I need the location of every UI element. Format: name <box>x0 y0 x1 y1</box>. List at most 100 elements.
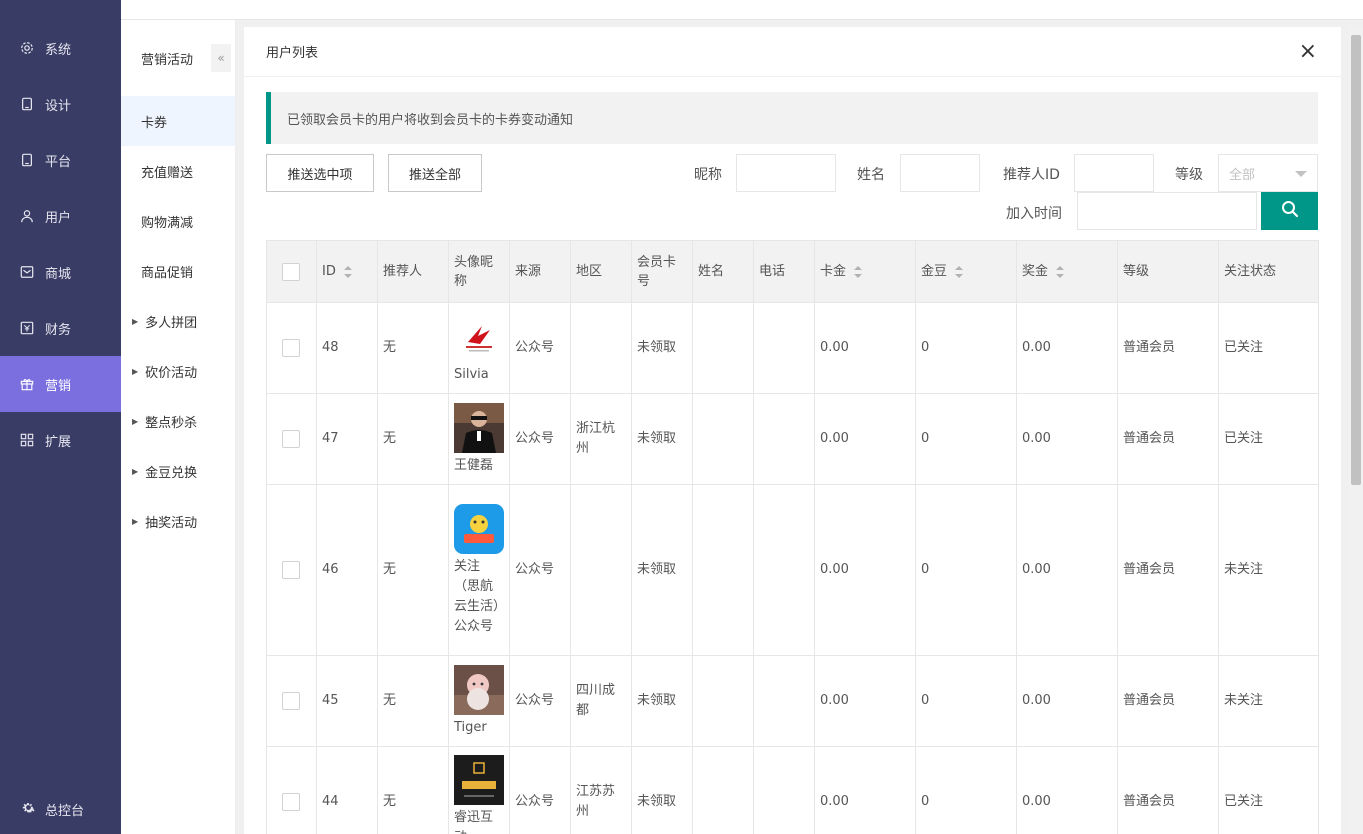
cell-avatar-nickname: Silvia <box>448 302 510 394</box>
table-row[interactable]: 47 无王健磊 公众号 浙江杭州 未领取 0.00 0 0.00 普通会员 已关注 <box>266 393 1319 485</box>
search-button[interactable] <box>1261 192 1318 230</box>
notice-banner: 已领取会员卡的用户将收到会员卡的卡券变动通知 <box>266 92 1318 144</box>
col-follow-status: 关注状态 <box>1218 240 1319 303</box>
close-icon[interactable]: × <box>1299 41 1317 63</box>
col-id[interactable]: ID <box>316 240 378 303</box>
table-row[interactable]: 48 无 Silvia 公众号 未领取 0.00 0 0.00 普通会员 已关注 <box>266 302 1319 394</box>
sidebar-item[interactable]: 系统 <box>0 20 121 76</box>
row-select-cell <box>266 393 317 485</box>
submenu-item-label: 多人拼团 <box>145 315 198 331</box>
sort-icon[interactable] <box>1056 265 1065 278</box>
scrollbar-thumb[interactable] <box>1351 35 1361 485</box>
table-row[interactable]: 45 无 Tiger 公众号 四川成都 未领取 0.00 0 0.00 普通会员 未关注 <box>266 655 1319 747</box>
row-checkbox[interactable] <box>282 561 300 579</box>
submenu-item[interactable]: 购物满减 <box>121 196 235 246</box>
nickname-label: 昵称 <box>694 167 722 183</box>
sidebar-item[interactable]: 商城 <box>0 244 121 300</box>
nickname: 关注（思航云生活）公众号 <box>454 558 500 634</box>
join-time-input[interactable] <box>1077 192 1257 230</box>
sidebar-item[interactable]: 营销 <box>0 356 121 412</box>
referrer-id-input[interactable] <box>1074 154 1154 192</box>
name-input[interactable] <box>900 154 980 192</box>
submenu-item[interactable]: ▶ 金豆兑换 <box>121 446 235 496</box>
col-referrer: 推荐人 <box>377 240 449 303</box>
page-scrollbar[interactable] <box>1349 27 1363 834</box>
search-icon <box>1281 200 1299 222</box>
cell-bonus: 0.00 <box>1016 393 1118 485</box>
nickname-input[interactable] <box>736 154 836 192</box>
table-row[interactable]: 44无睿迅互动公众号江苏苏州未领取0.0000.00普通会员已关注 <box>266 746 1319 834</box>
submenu-item-label: 砍价活动 <box>145 365 198 381</box>
collapse-button[interactable]: « <box>211 44 231 72</box>
submenu-item-label: 金豆兑换 <box>145 465 198 481</box>
row-select-cell <box>266 655 317 747</box>
submenu-item-label: 卡券 <box>141 115 168 131</box>
submenu-item-label: 整点秒杀 <box>145 415 198 431</box>
cell-region: 四川成都 <box>570 655 632 747</box>
row-select-cell <box>266 746 317 834</box>
sort-icon[interactable] <box>343 265 352 278</box>
submenu-item[interactable]: ▶ 砍价活动 <box>121 346 235 396</box>
level-label: 等级 <box>1175 167 1203 183</box>
col-card-number: 会员卡号 <box>631 240 693 303</box>
col-card-money[interactable]: 卡金 <box>814 240 916 303</box>
cell-referrer: 无 <box>377 484 449 656</box>
cell-avatar-nickname: 睿迅互动 <box>448 746 510 834</box>
select-all-cell <box>266 240 317 303</box>
cell-beans: 0 <box>915 655 1017 747</box>
caret-right-icon: ▶ <box>132 366 139 376</box>
submenu-item[interactable]: 充值赠送 <box>121 146 235 196</box>
sidebar-item[interactable]: 平台 <box>0 132 121 188</box>
cell-avatar-nickname: 关注（思航云生活）公众号 <box>448 484 510 656</box>
tablet-icon <box>20 153 34 167</box>
push-all-button[interactable]: 推送全部 <box>388 154 482 192</box>
chevron-down-icon <box>1295 171 1307 177</box>
col-bonus[interactable]: 奖金 <box>1016 240 1118 303</box>
cell-card-money: 0.00 <box>814 393 916 485</box>
push-selected-button[interactable]: 推送选中项 <box>266 154 374 192</box>
console-link[interactable]: 总控台 <box>0 794 121 824</box>
marketing-submenu: 营销活动 « 卡券 充值赠送 购物满减 商品促销 ▶ 多人拼团 ▶ 砍价活动 ▶ 整点秒杀 ▶ 金豆兑… <box>121 20 236 834</box>
cell-level: 普通会员 <box>1117 746 1219 834</box>
gear-icon <box>22 801 35 818</box>
cell-level: 普通会员 <box>1117 393 1219 485</box>
cell-region: 浙江杭州 <box>570 393 632 485</box>
submenu-item[interactable]: 商品促销 <box>121 246 235 296</box>
cell-source: 公众号 <box>509 484 571 656</box>
submenu-item[interactable]: 卡券 <box>121 96 235 146</box>
col-beans[interactable]: 金豆 <box>915 240 1017 303</box>
select-all-checkbox[interactable] <box>282 262 300 281</box>
level-select[interactable]: 全部 <box>1218 154 1318 192</box>
submenu-item-label: 购物满减 <box>141 215 194 231</box>
avatar <box>454 311 504 362</box>
user-list-dialog: 用户列表 × 已领取会员卡的用户将收到会员卡的卡券变动通知 推送选中项 推送全部… <box>244 27 1341 834</box>
row-checkbox[interactable] <box>282 792 300 811</box>
caret-right-icon: ▶ <box>132 516 139 526</box>
col-name: 姓名 <box>692 240 754 303</box>
cell-source: 公众号 <box>509 655 571 747</box>
submenu-item[interactable]: ▶ 多人拼团 <box>121 296 235 346</box>
col-region: 地区 <box>570 240 632 303</box>
sidebar-item[interactable]: 设计 <box>0 76 121 132</box>
table-row[interactable]: 46 无关注（思航云生活）公众号 公众号 未领取 0.00 0 0.00 普通会员 未关注 <box>266 484 1319 656</box>
sidebar-item[interactable]: 财务 <box>0 300 121 356</box>
sort-icon[interactable] <box>955 265 964 278</box>
cell-card-money: 0.00 <box>814 746 916 834</box>
row-checkbox[interactable] <box>282 430 300 448</box>
sidebar-item[interactable]: 用户 <box>0 188 121 244</box>
cell-region: 江苏苏州 <box>570 746 632 834</box>
row-checkbox[interactable] <box>282 339 300 357</box>
mail-icon <box>20 265 34 279</box>
cell-follow-status: 已关注 <box>1218 302 1319 394</box>
caret-right-icon: ▶ <box>132 466 139 476</box>
sidebar-item[interactable]: 扩展 <box>0 412 121 468</box>
submenu-item[interactable]: ▶ 整点秒杀 <box>121 396 235 446</box>
submenu-item[interactable]: ▶ 抽奖活动 <box>121 496 235 546</box>
sort-icon[interactable] <box>854 265 863 278</box>
row-checkbox[interactable] <box>282 692 300 710</box>
cell-bonus: 0.00 <box>1016 655 1118 747</box>
logo <box>0 0 121 20</box>
row-select-cell <box>266 484 317 656</box>
gear-icon <box>20 41 34 55</box>
cell-phone <box>753 302 815 394</box>
